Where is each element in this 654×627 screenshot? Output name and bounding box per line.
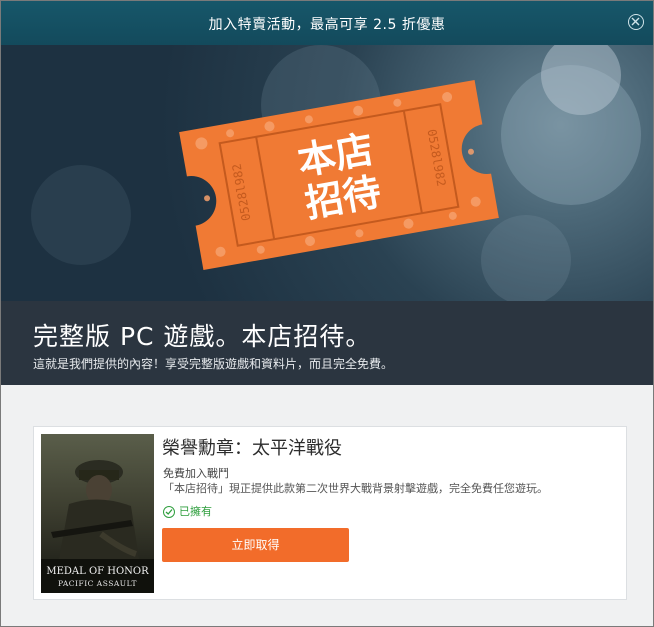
promo-bar: 加入特賣活動，最高可享 2.5 折優惠 bbox=[1, 1, 653, 45]
game-description: 「本店招待」現正提供此款第二次世界大戰背景射擊遊戲，完全免費任您遊玩。 bbox=[163, 482, 548, 495]
owned-label: 已擁有 bbox=[179, 505, 212, 518]
ticket-illustration: 0528l982 0528l982 本店 招待 bbox=[179, 80, 499, 270]
promo-text[interactable]: 加入特賣活動，最高可享 2.5 折優惠 bbox=[1, 14, 653, 34]
owned-status: 已擁有 bbox=[163, 503, 212, 519]
game-card: MEDAL OF HONOR PACIFIC ASSAULT 榮譽勳章：太平洋戰… bbox=[33, 426, 627, 600]
app-window: 加入特賣活動，最高可享 2.5 折優惠 0528l982 0528l982 本店… bbox=[0, 0, 654, 627]
cover-title: MEDAL OF HONOR bbox=[46, 566, 149, 577]
bokeh-light bbox=[31, 165, 131, 265]
cover-subtitle: PACIFIC ASSAULT bbox=[58, 579, 137, 588]
game-cover-image[interactable]: MEDAL OF HONOR PACIFIC ASSAULT bbox=[41, 434, 154, 593]
game-tagline: 免費加入戰鬥 bbox=[163, 467, 229, 480]
page-title: 完整版 PC 遊戲。本店招待。 bbox=[33, 322, 372, 351]
headline-band: 完整版 PC 遊戲。本店招待。 這就是我們提供的內容！享受完整版遊戲和資料片，而… bbox=[1, 301, 653, 385]
page-subtitle: 這就是我們提供的內容！享受完整版遊戲和資料片，而且完全免費。 bbox=[33, 357, 394, 371]
close-icon[interactable] bbox=[628, 14, 644, 30]
get-now-button[interactable]: 立即取得 bbox=[162, 528, 349, 562]
check-circle-icon bbox=[163, 506, 175, 518]
game-title[interactable]: 榮譽勳章：太平洋戰役 bbox=[162, 434, 342, 460]
hero-banner: 0528l982 0528l982 本店 招待 bbox=[1, 45, 653, 301]
